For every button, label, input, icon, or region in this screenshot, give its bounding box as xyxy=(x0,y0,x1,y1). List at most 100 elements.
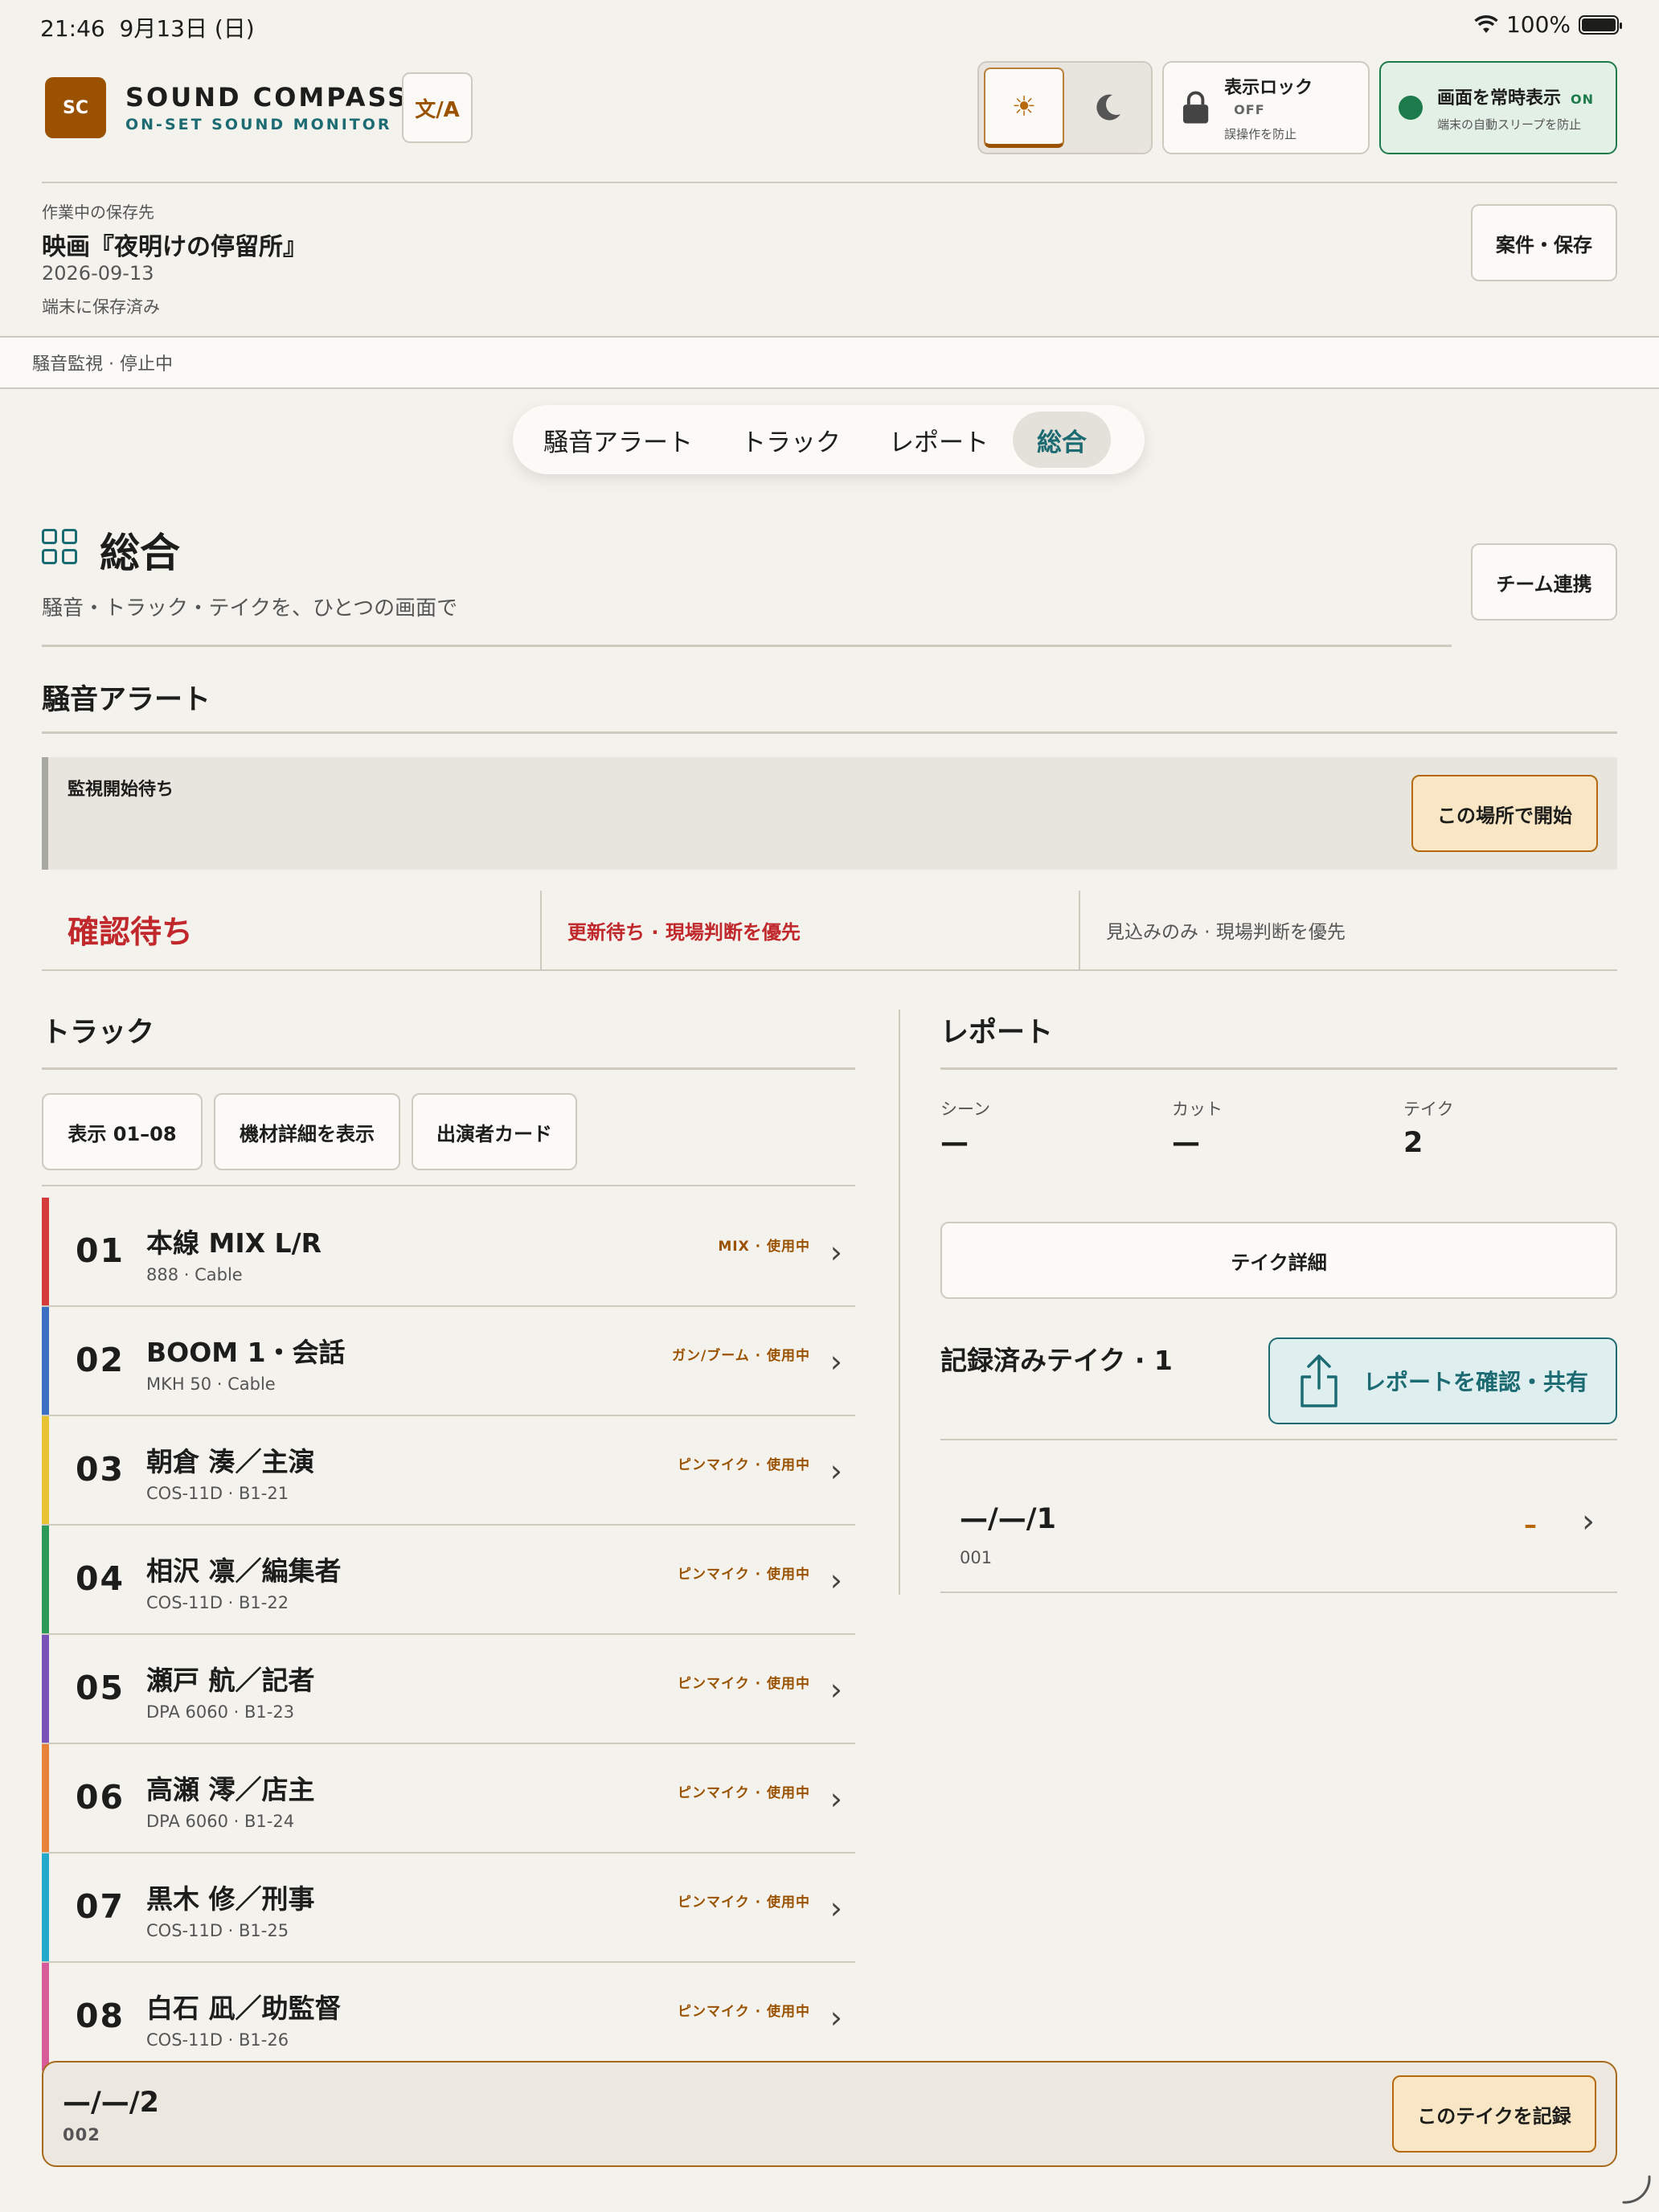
track-color-bar xyxy=(42,1963,49,2071)
chevron-right-icon: › xyxy=(830,1672,842,1707)
theme-toggle: ☀ xyxy=(977,61,1153,154)
project-label: 作業中の保存先 xyxy=(42,203,154,222)
project-title: 映画『夜明けの停留所』 xyxy=(42,233,307,261)
display-lock-sub: 誤操作を防止 xyxy=(1224,127,1297,141)
light-theme-button[interactable]: ☀ xyxy=(984,68,1064,148)
report-share-label: レポートを確認・共有 xyxy=(1363,1369,1589,1395)
battery-icon xyxy=(1579,14,1622,35)
track-color-bar xyxy=(42,1744,49,1852)
track-row[interactable]: 03 朝倉 湊／主演 COS-11D · B1-21 ピンマイク · 使用中 › xyxy=(42,1416,855,1526)
track-status-tag: ピンマイク · 使用中 xyxy=(678,1895,810,1911)
current-take-bar: —/—/2 002 このテイクを記録 xyxy=(42,2061,1617,2167)
cast-card-button[interactable]: 出演者カード xyxy=(412,1093,577,1170)
track-status-tag: ピンマイク · 使用中 xyxy=(678,2004,810,2020)
resize-corner-icon xyxy=(1622,2175,1651,2204)
track-row[interactable]: 02 BOOM 1・会話 MKH 50 · Cable ガン/ブーム · 使用中 › xyxy=(42,1307,855,1416)
track-color-bar xyxy=(42,1307,49,1415)
track-device: COS-11D · B1-21 xyxy=(146,1484,289,1503)
track-device: COS-11D · B1-25 xyxy=(146,1921,289,1940)
team-sync-button[interactable]: チーム連携 xyxy=(1471,543,1617,621)
track-row[interactable]: 08 白石 凪／助監督 COS-11D · B1-26 ピンマイク · 使用中 › xyxy=(42,1963,855,2072)
tracks-divider xyxy=(42,1067,855,1070)
tab-noise-alert[interactable]: 騒音アラート xyxy=(519,412,717,468)
chevron-right-icon: › xyxy=(830,1344,842,1379)
title-divider xyxy=(42,645,1452,647)
record-take-button[interactable]: このテイクを記録 xyxy=(1392,2075,1596,2153)
track-list: 01 本線 MIX L/R 888 · Cable MIX · 使用中 › 02 BOOM … xyxy=(42,1198,855,2072)
track-device: COS-11D · B1-22 xyxy=(146,1593,289,1612)
noise-status-forecast: 見込みのみ · 現場判断を優先 xyxy=(1106,922,1346,943)
cut-value: — xyxy=(1172,1127,1200,1159)
always-on-button[interactable]: 画面を常時表示 ON 端末の自動スリープを防止 xyxy=(1379,61,1617,154)
track-device: 888 · Cable xyxy=(146,1265,243,1284)
track-row[interactable]: 04 相沢 凛／編集者 COS-11D · B1-22 ピンマイク · 使用中 › xyxy=(42,1526,855,1635)
project-save-button[interactable]: 案件・保存 xyxy=(1471,204,1617,281)
track-name: 本線 MIX L/R xyxy=(146,1227,322,1259)
current-take-number: 002 xyxy=(63,2125,100,2144)
project-saved-status: 端末に保存済み xyxy=(42,297,160,317)
grid-icon xyxy=(42,529,77,564)
chevron-right-icon: › xyxy=(1582,1503,1595,1540)
lock-icon xyxy=(1182,91,1209,124)
status-time: 21:46 9月13日 (日) xyxy=(40,15,255,42)
track-status-tag: ピンマイク · 使用中 xyxy=(678,1567,810,1583)
brand-name: SOUND COMPASS xyxy=(125,82,409,113)
display-lock-button[interactable]: 表示ロック OFF 誤操作を防止 xyxy=(1162,61,1370,154)
track-number: 07 xyxy=(76,1887,125,1926)
track-device: DPA 6060 · B1-23 xyxy=(146,1702,295,1722)
track-number: 06 xyxy=(76,1778,125,1817)
always-on-state: ON xyxy=(1571,91,1595,107)
monitor-status-bar: 騒音監視 · 停止中 xyxy=(0,336,1659,389)
track-device: MKH 50 · Cable xyxy=(146,1374,276,1394)
track-name: 相沢 凛／編集者 xyxy=(146,1555,342,1587)
status-date: 9月13日 (日) xyxy=(119,15,255,42)
monitor-waiting-panel xyxy=(42,757,1617,870)
noise-status-main: 確認待ち xyxy=(42,891,542,969)
recorded-take-row[interactable]: —/—/1 001 – › xyxy=(940,1439,1617,1593)
show-range-button[interactable]: 表示 01–08 xyxy=(42,1093,203,1170)
column-divider xyxy=(899,1010,900,1595)
track-color-bar xyxy=(42,1854,49,1961)
sun-icon: ☀ xyxy=(1011,90,1037,123)
tab-report[interactable]: レポート xyxy=(865,412,1013,468)
track-device: DPA 6060 · B1-24 xyxy=(146,1812,295,1831)
language-button[interactable]: 文/A xyxy=(402,72,473,143)
battery-percent: 100% xyxy=(1505,11,1571,38)
show-equipment-button[interactable]: 機材詳細を表示 xyxy=(214,1093,400,1170)
start-here-button[interactable]: この場所で開始 xyxy=(1411,775,1598,852)
report-share-button[interactable]: レポートを確認・共有 xyxy=(1268,1337,1617,1424)
track-name: 朝倉 湊／主演 xyxy=(146,1446,315,1477)
track-list-divider xyxy=(42,1185,855,1186)
page-title: 総合 xyxy=(100,530,180,576)
share-icon xyxy=(1301,1354,1337,1407)
take-detail-button[interactable]: テイク詳細 xyxy=(940,1222,1617,1299)
track-status-tag: ピンマイク · 使用中 xyxy=(678,1785,810,1801)
recorded-take-number: 001 xyxy=(960,1548,993,1567)
report-section-title: レポート xyxy=(940,1017,1054,1049)
tab-tracks[interactable]: トラック xyxy=(717,412,865,468)
chevron-right-icon: › xyxy=(830,1890,842,1926)
display-lock-title: 表示ロック xyxy=(1224,78,1313,98)
track-row[interactable]: 07 黒木 修／刑事 COS-11D · B1-25 ピンマイク · 使用中 › xyxy=(42,1854,855,1963)
report-divider xyxy=(940,1067,1617,1070)
wifi-icon xyxy=(1474,14,1498,33)
tracks-section-title: トラック xyxy=(42,1017,155,1049)
track-row[interactable]: 06 高瀬 澪／店主 DPA 6060 · B1-24 ピンマイク · 使用中 › xyxy=(42,1744,855,1854)
track-row[interactable]: 05 瀬戸 航／記者 DPA 6060 · B1-23 ピンマイク · 使用中 › xyxy=(42,1635,855,1744)
track-row[interactable]: 01 本線 MIX L/R 888 · Cable MIX · 使用中 › xyxy=(42,1198,855,1307)
app-logo: SC xyxy=(45,77,106,138)
chevron-right-icon: › xyxy=(830,2000,842,2035)
dark-theme-button[interactable] xyxy=(1069,68,1146,148)
project-date: 2026-09-13 xyxy=(42,262,154,285)
track-color-bar xyxy=(42,1198,49,1305)
monitor-waiting-label: 監視開始待ち xyxy=(68,780,174,800)
moon-icon xyxy=(1096,94,1120,121)
brand-subtitle: ON-SET SOUND MONITOR xyxy=(125,116,392,133)
track-status-tag: ガン/ブーム · 使用中 xyxy=(672,1348,810,1364)
status-indicators: 100% xyxy=(1474,11,1622,38)
track-status-tag: ピンマイク · 使用中 xyxy=(678,1457,810,1473)
track-name: 高瀬 澪／店主 xyxy=(146,1774,315,1805)
recorded-take-id: —/—/1 xyxy=(960,1503,1056,1535)
tab-summary[interactable]: 総合 xyxy=(1013,412,1111,468)
track-number: 05 xyxy=(76,1669,125,1707)
